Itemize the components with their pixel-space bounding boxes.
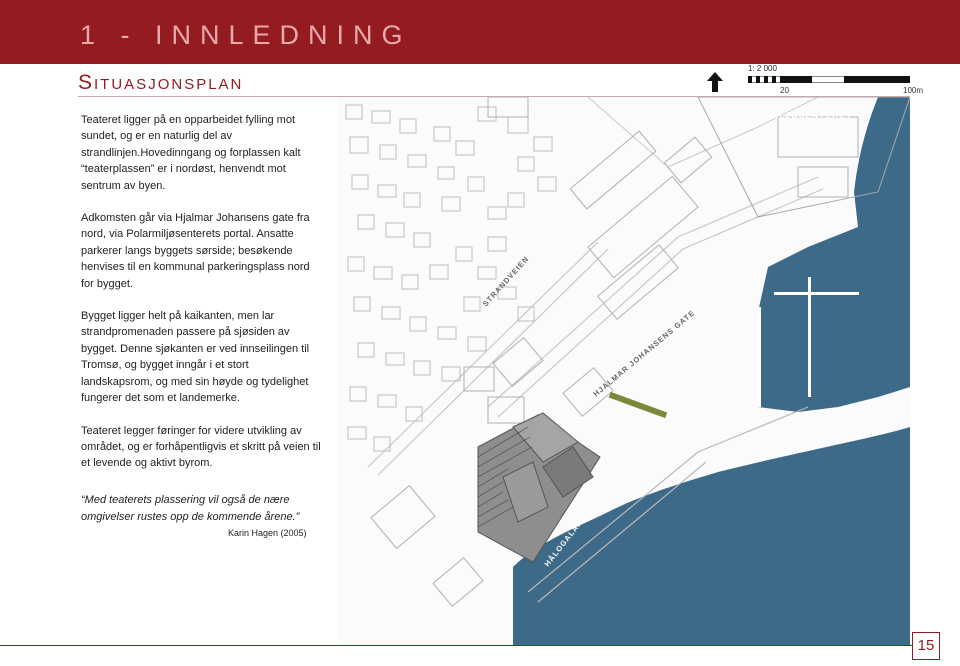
scale-tick-20: 20 — [780, 86, 789, 95]
site-plan-map: POLARMILJØSENTERET STRANDVEIEN HJALMAR J… — [338, 97, 910, 645]
map-label-polarmiljosenteret: POLARMILJØSENTERET — [733, 110, 852, 120]
scale-tick-100: 100m — [903, 86, 924, 95]
footer-divider — [0, 645, 912, 646]
body-text: Teateret ligger på en opparbeidet fyllin… — [81, 112, 323, 488]
quote: “Med teaterets plassering vil også de næ… — [81, 494, 300, 523]
scale-bar — [748, 76, 910, 83]
section-title-initial: S — [78, 71, 95, 94]
page-number: 15 — [917, 637, 935, 654]
paragraph-3: Bygget ligger helt på kaikanten, men lar… — [81, 310, 310, 405]
section-title: SITUASJONSPLAN — [78, 71, 243, 95]
scale-ratio: 1: 2 000 — [748, 64, 777, 73]
section-title-rest: ITUASJONSPLAN — [94, 76, 244, 93]
page-number-box: 15 — [912, 632, 940, 660]
north-arrow-icon — [707, 72, 723, 92]
paragraph-1: Teateret ligger på en opparbeidet fyllin… — [81, 114, 301, 192]
paragraph-4: Teateret legger føringer for videre utvi… — [81, 424, 321, 470]
chapter-title: 1 - INNLEDNING — [80, 20, 412, 50]
quote-attribution: Karin Hagen (2005) — [228, 528, 307, 538]
paragraph-2: Adkomsten går via Hjalmar Johansens gate… — [81, 212, 310, 290]
